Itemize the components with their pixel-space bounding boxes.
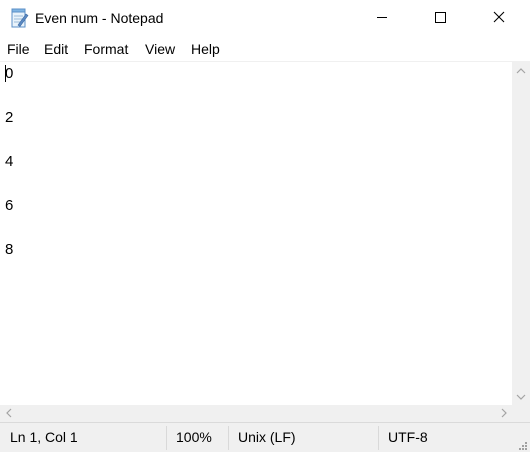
menu-help[interactable]: Help (191, 41, 220, 57)
status-divider (378, 426, 379, 450)
status-cursor-position: Ln 1, Col 1 (10, 429, 78, 445)
maximize-button[interactable] (417, 0, 463, 37)
status-divider (228, 426, 229, 450)
menu-edit[interactable]: Edit (44, 41, 68, 57)
scroll-down-button[interactable] (512, 388, 530, 405)
chevron-left-icon (5, 405, 13, 423)
close-icon (493, 10, 505, 28)
scroll-right-button[interactable] (495, 405, 512, 422)
notepad-window: Even num - Notepad File Edit Format View… (0, 0, 530, 452)
notepad-icon (9, 8, 29, 28)
editor-line: 8 (5, 241, 14, 258)
window-title: Even num - Notepad (35, 10, 164, 26)
menu-view[interactable]: View (145, 41, 175, 57)
title-bar[interactable]: Even num - Notepad (0, 0, 530, 37)
status-divider (166, 426, 167, 450)
status-line-endings: Unix (LF) (238, 429, 296, 445)
status-zoom: 100% (176, 429, 212, 445)
menu-bar: File Edit Format View Help (0, 37, 530, 61)
chevron-down-icon (516, 388, 526, 406)
text-editor[interactable]: 0 2 4 6 8 (0, 62, 512, 405)
horizontal-scrollbar[interactable] (0, 405, 512, 422)
menu-file[interactable]: File (7, 41, 30, 57)
status-encoding: UTF-8 (388, 429, 428, 445)
editor-line: 0 (5, 65, 14, 82)
status-bar: Ln 1, Col 1 100% Unix (LF) UTF-8 (0, 422, 530, 452)
scrollbar-corner (512, 405, 530, 422)
close-button[interactable] (476, 0, 522, 37)
chevron-right-icon (500, 405, 508, 423)
editor-line: 4 (5, 153, 14, 170)
editor-line: 2 (5, 109, 14, 126)
maximize-icon (434, 10, 446, 28)
vertical-scrollbar[interactable] (512, 62, 530, 405)
chevron-up-icon (516, 62, 526, 80)
menu-format[interactable]: Format (84, 41, 128, 57)
text-caret (5, 65, 6, 82)
minimize-icon (376, 10, 388, 28)
resize-grip-icon[interactable] (516, 438, 528, 450)
scroll-up-button[interactable] (512, 62, 530, 79)
minimize-button[interactable] (359, 0, 405, 37)
scroll-left-button[interactable] (0, 405, 17, 422)
editor-line: 6 (5, 197, 14, 214)
